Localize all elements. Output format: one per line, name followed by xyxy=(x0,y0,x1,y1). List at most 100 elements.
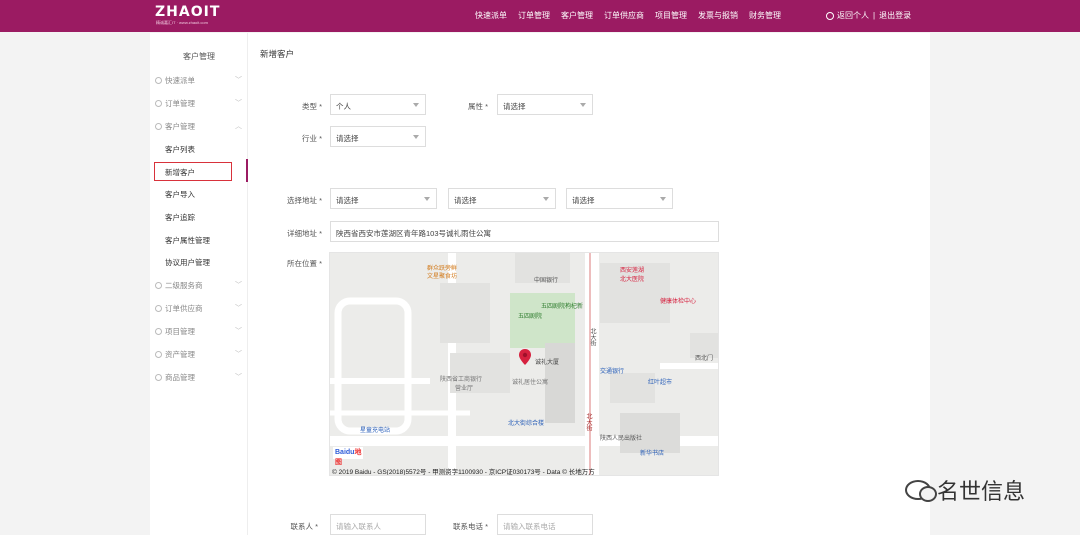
nav-orders[interactable]: 订单管理 xyxy=(518,10,550,21)
caret-down-icon xyxy=(424,197,430,201)
nav-finance[interactable]: 财务管理 xyxy=(749,10,781,21)
sidebar-sub-customer-list[interactable]: 客户列表 xyxy=(165,144,195,155)
map-label: 西安莲湖 xyxy=(620,268,645,274)
map-label: 西北门 xyxy=(695,356,714,362)
contact-label: 联系人 * xyxy=(290,522,318,531)
sidebar-item-label: 项目管理 xyxy=(165,327,195,336)
active-indicator xyxy=(246,159,248,182)
industry-select[interactable]: 请选择 xyxy=(330,126,426,147)
chevron-down-icon: ﹀ xyxy=(235,351,242,358)
circle-icon xyxy=(155,351,162,358)
attribute-select[interactable]: 请选择 xyxy=(497,94,593,115)
city-value: 请选择 xyxy=(454,196,477,205)
sidebar-item-projects[interactable]: 项目管理 ﹀ xyxy=(155,326,243,337)
phone-label: 联系电话 * xyxy=(452,522,488,531)
map-label: 陕西人民出版社 xyxy=(600,436,643,442)
chevron-down-icon: ﹀ xyxy=(235,374,242,381)
map-label: 交通银行 xyxy=(600,369,625,375)
caret-down-icon xyxy=(413,103,419,107)
province-select[interactable]: 请选择 xyxy=(330,188,437,209)
sidebar-sub-agreement-users[interactable]: 协议用户管理 xyxy=(165,257,210,268)
map-label: 北大街 xyxy=(585,413,591,431)
attribute-value: 请选择 xyxy=(503,102,526,111)
nav-customers[interactable]: 客户管理 xyxy=(561,10,593,21)
sidebar-item-label: 快速派单 xyxy=(165,76,195,85)
back-personal-link[interactable]: 返回个人 xyxy=(837,10,869,21)
map-label: 中国银行 xyxy=(534,278,559,284)
circle-icon xyxy=(155,282,162,289)
sidebar-item-label: 客户管理 xyxy=(165,122,195,131)
chevron-up-icon: ︿ xyxy=(235,123,242,130)
wechat-icon xyxy=(905,480,937,502)
phone-input[interactable]: 请输入联系电话 xyxy=(497,514,593,535)
caret-down-icon xyxy=(413,135,419,139)
sidebar-item-customers[interactable]: 客户管理 ︿ xyxy=(155,121,243,132)
sidebar-item-quick-dispatch[interactable]: 快速派单 ﹀ xyxy=(155,75,243,86)
caret-down-icon xyxy=(543,197,549,201)
sidebar-item-label: 商品管理 xyxy=(165,373,195,382)
nav-order-suppliers[interactable]: 订单供应商 xyxy=(604,10,644,21)
sidebar-item-orders[interactable]: 订单管理 ﹀ xyxy=(155,98,243,109)
map-label: 五四剧院 xyxy=(518,314,543,320)
circle-icon xyxy=(155,77,162,84)
type-select[interactable]: 个人 xyxy=(330,94,426,115)
sidebar-item-assets[interactable]: 资产管理 ﹀ xyxy=(155,349,243,360)
map-label: 红叶超市 xyxy=(648,380,673,386)
sidebar-sub-customer-tracking[interactable]: 客户追踪 xyxy=(165,212,195,223)
nav-projects[interactable]: 项目管理 xyxy=(655,10,687,21)
province-value: 请选择 xyxy=(336,196,359,205)
industry-value: 请选择 xyxy=(336,134,359,143)
map-label: 五四剧院枸杞新 xyxy=(541,304,584,310)
sidebar-item-label: 订单供应商 xyxy=(165,304,203,313)
map-label: 新华书店 xyxy=(640,451,665,457)
logout-link[interactable]: 退出登录 xyxy=(879,10,911,21)
chevron-down-icon: ﹀ xyxy=(235,100,242,107)
map-label: 诚礼居住公寓 xyxy=(512,380,549,386)
district-select[interactable]: 请选择 xyxy=(566,188,673,209)
sidebar-item-label: 订单管理 xyxy=(165,99,195,108)
nav-invoices[interactable]: 发票与报销 xyxy=(698,10,738,21)
sidebar-item-label: 资产管理 xyxy=(165,350,195,359)
sidebar-item-products[interactable]: 商品管理 ﹀ xyxy=(155,372,243,383)
industry-label: 行业 * xyxy=(301,134,322,143)
user-icon xyxy=(826,11,834,20)
chevron-down-icon: ﹀ xyxy=(235,305,242,312)
district-value: 请选择 xyxy=(572,196,595,205)
detail-address-input[interactable]: 陕西省西安市莲湖区青年路103号诚礼雨住公寓 xyxy=(330,221,719,242)
circle-icon xyxy=(155,328,162,335)
sidebar-sub-add-customer[interactable]: 新增客户 xyxy=(154,162,232,181)
baidu-logo: Baidu地图 xyxy=(333,447,363,466)
location-map[interactable]: 群众跃旁鲜 文星聚食坊 中国银行 西安莲湖 北大医院 五四剧院枸杞新 五四剧院 … xyxy=(329,252,719,476)
circle-icon xyxy=(155,123,162,130)
map-label: 诚礼大厦 xyxy=(535,360,560,366)
logo-subtitle: 精诚嘉汇IT · www.zhaoit.com xyxy=(156,20,208,25)
map-label: 陕西省工商银行 xyxy=(440,377,483,383)
map-label: 营业厅 xyxy=(455,386,474,392)
sidebar-sub-customer-attributes[interactable]: 客户属性管理 xyxy=(165,235,210,246)
circle-icon xyxy=(155,100,162,107)
sidebar-item-order-suppliers[interactable]: 订单供应商 ﹀ xyxy=(155,303,243,314)
user-menu: 返回个人 | 退出登录 xyxy=(826,10,911,21)
caret-down-icon xyxy=(580,103,586,107)
contact-input[interactable]: 请输入联系人 xyxy=(330,514,426,535)
map-pin-icon xyxy=(519,349,531,365)
nav-quick-dispatch[interactable]: 快速派单 xyxy=(475,10,507,21)
map-label: 健康体检中心 xyxy=(660,299,697,305)
watermark: 名世信息 xyxy=(905,474,1025,506)
caret-down-icon xyxy=(660,197,666,201)
chevron-down-icon: ﹀ xyxy=(235,282,242,289)
chevron-down-icon: ﹀ xyxy=(235,328,242,335)
watermark-text: 名世信息 xyxy=(937,479,1026,504)
sidebar-item-label: 二级服务商 xyxy=(165,281,203,290)
map-label: 星童充电站 xyxy=(360,428,391,434)
sidebar-item-secondary-providers[interactable]: 二级服务商 ﹀ xyxy=(155,280,243,291)
map-label: 北大街 xyxy=(589,328,595,346)
sidebar-sub-customer-import[interactable]: 客户导入 xyxy=(165,189,195,200)
map-label: 北大医院 xyxy=(620,277,645,283)
logo[interactable]: ZHAOIT xyxy=(155,4,220,20)
main-nav: 快速派单 订单管理 客户管理 订单供应商 项目管理 发票与报销 财务管理 xyxy=(475,10,792,21)
circle-icon xyxy=(155,374,162,381)
map-copyright: © 2019 Baidu - GS(2018)5572号 - 甲测资字11009… xyxy=(332,469,595,476)
city-select[interactable]: 请选择 xyxy=(448,188,556,209)
type-value: 个人 xyxy=(336,102,351,111)
